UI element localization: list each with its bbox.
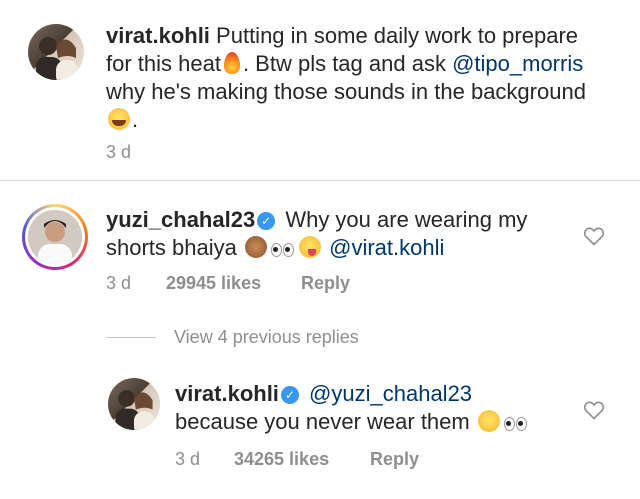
comment-username[interactable]: yuzi_chahal23 bbox=[106, 207, 255, 232]
reply-mention-link[interactable]: @yuzi_chahal23 bbox=[309, 381, 472, 406]
reply-text: because you never wear them bbox=[175, 409, 470, 434]
laughing-emoji-icon bbox=[108, 108, 130, 130]
caption-mention-link[interactable]: @tipo_morris bbox=[452, 51, 583, 76]
caption-text-3: why he's making those sounds in the back… bbox=[106, 79, 586, 104]
comment-timestamp: 3 d bbox=[106, 273, 132, 293]
post-author-avatar[interactable] bbox=[28, 24, 84, 80]
verified-badge-icon: ✓ bbox=[257, 212, 276, 230]
avatar-image bbox=[36, 37, 78, 80]
eyes-emoji-icon bbox=[503, 410, 528, 438]
fire-emoji-icon bbox=[223, 52, 240, 74]
comment-mention-link[interactable]: @virat.kohli bbox=[329, 235, 444, 260]
verified-badge-icon: ✓ bbox=[280, 386, 299, 404]
replies-line bbox=[106, 337, 156, 338]
see-no-evil-monkey-emoji-icon bbox=[244, 236, 267, 258]
reply-like-heart-icon[interactable] bbox=[582, 398, 606, 422]
post-username[interactable]: virat.kohli bbox=[106, 23, 210, 48]
view-previous-replies-link[interactable]: View 4 previous replies bbox=[174, 327, 359, 348]
thinking-face-emoji-icon bbox=[477, 410, 500, 432]
comment-body: yuzi_chahal23 ✓ Why you are wearing my sh… bbox=[106, 206, 566, 264]
comment-like-heart-icon[interactable] bbox=[582, 224, 606, 248]
post-caption: virat.kohli Putting in some daily work t… bbox=[106, 22, 586, 134]
reply-reply-button[interactable]: Reply bbox=[370, 449, 419, 470]
comment-like-count[interactable]: 29945 likes bbox=[166, 273, 261, 294]
reply-author-avatar[interactable] bbox=[108, 378, 160, 430]
eyes-emoji-icon bbox=[270, 236, 295, 264]
comment-reply-button[interactable]: Reply bbox=[301, 273, 350, 294]
caption-text-2: . Btw pls tag and ask bbox=[242, 51, 446, 76]
reply-avatar-image bbox=[115, 390, 155, 430]
caption-end: . bbox=[132, 107, 139, 132]
post-timestamp: 3 d bbox=[106, 142, 132, 162]
yum-face-emoji-icon bbox=[298, 236, 321, 258]
reply-body: virat.kohli ✓ @yuzi_chahal23 because you … bbox=[175, 380, 575, 438]
reply-timestamp: 3 d bbox=[175, 449, 201, 469]
reply-username[interactable]: virat.kohli bbox=[175, 381, 279, 406]
commenter-avatar[interactable] bbox=[22, 204, 88, 270]
reply-like-count[interactable]: 34265 likes bbox=[234, 449, 329, 470]
commenter-avatar-image bbox=[28, 210, 82, 264]
caption-divider bbox=[0, 180, 640, 181]
